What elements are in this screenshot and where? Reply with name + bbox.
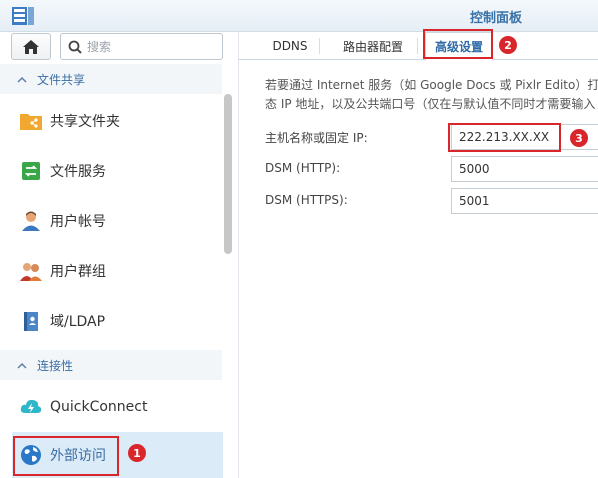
dsm-https-label: DSM (HTTPS): xyxy=(265,193,348,207)
search-box[interactable] xyxy=(60,33,223,60)
dsm-http-label: DSM (HTTP): xyxy=(265,161,341,175)
section-header-file-sharing[interactable]: 文件共享 xyxy=(0,64,222,94)
sidebar: 文件共享 共享文件夹 文件服务 用户帐号 xyxy=(0,32,236,478)
tab-separator xyxy=(417,38,418,54)
app-icon[interactable] xyxy=(11,5,35,27)
title-bar: 控制面板 xyxy=(0,0,598,32)
highlight-box-external-access xyxy=(13,436,119,476)
chevron-up-icon xyxy=(17,76,27,83)
section-label: 文件共享 xyxy=(37,72,86,87)
dsm-http-port-input[interactable] xyxy=(451,156,598,182)
highlight-box-hostname xyxy=(448,123,561,152)
dsm-https-port-input[interactable] xyxy=(451,188,598,214)
sidebar-item-label: 用户群组 xyxy=(50,264,106,280)
tab-ddns[interactable]: DDNS xyxy=(255,32,325,60)
description-text: 若要通过 Internet 服务（如 Google Docs 或 Pixlr E… xyxy=(265,76,598,114)
panel-divider xyxy=(238,32,239,478)
sidebar-item-quickconnect[interactable]: QuickConnect xyxy=(0,384,222,430)
sidebar-item-file-services[interactable]: 文件服务 xyxy=(0,148,222,194)
highlight-box-advanced-tab xyxy=(423,29,493,59)
step-badge-1: 1 xyxy=(128,444,146,462)
sidebar-item-group[interactable]: 用户群组 xyxy=(0,248,222,294)
sidebar-item-label: 用户帐号 xyxy=(50,214,106,230)
shared-folder-icon xyxy=(18,108,44,134)
sidebar-item-shared-folder[interactable]: 共享文件夹 xyxy=(0,98,222,144)
window-title: 控制面板 xyxy=(470,11,523,26)
user-icon xyxy=(18,208,44,234)
file-services-icon xyxy=(18,158,44,184)
section-header-connectivity[interactable]: 连接性 xyxy=(0,350,222,380)
sidebar-item-label: 共享文件夹 xyxy=(50,114,120,130)
description-line: 若要通过 Internet 服务（如 Google Docs 或 Pixlr E… xyxy=(265,78,598,92)
sidebar-scrollbar[interactable] xyxy=(224,94,232,254)
search-input[interactable] xyxy=(87,39,207,54)
step-badge-3: 3 xyxy=(570,129,588,147)
chevron-up-icon xyxy=(17,362,27,369)
group-icon xyxy=(18,258,44,284)
sidebar-item-label: 域/LDAP xyxy=(50,314,106,330)
hostname-label: 主机名称或固定 IP: xyxy=(265,131,368,145)
tab-bar: DDNS 路由器配置 高级设置 xyxy=(239,32,598,61)
sidebar-item-user[interactable]: 用户帐号 xyxy=(0,198,222,244)
section-label: 连接性 xyxy=(37,358,74,373)
sidebar-item-label: QuickConnect xyxy=(50,399,148,415)
description-line: 态 IP 地址，以及公共端口号（仅在与默认值不同时才需要输入 xyxy=(265,97,596,111)
sidebar-item-ldap[interactable]: 域/LDAP xyxy=(0,298,222,344)
sidebar-item-label: 文件服务 xyxy=(50,164,106,180)
step-badge-2: 2 xyxy=(499,36,517,54)
search-icon xyxy=(68,40,82,54)
home-button[interactable] xyxy=(11,33,51,60)
home-icon xyxy=(23,39,39,54)
tab-separator xyxy=(319,38,320,54)
quickconnect-icon xyxy=(18,394,44,420)
tab-router-config[interactable]: 路由器配置 xyxy=(331,32,415,60)
ldap-icon xyxy=(18,308,44,334)
